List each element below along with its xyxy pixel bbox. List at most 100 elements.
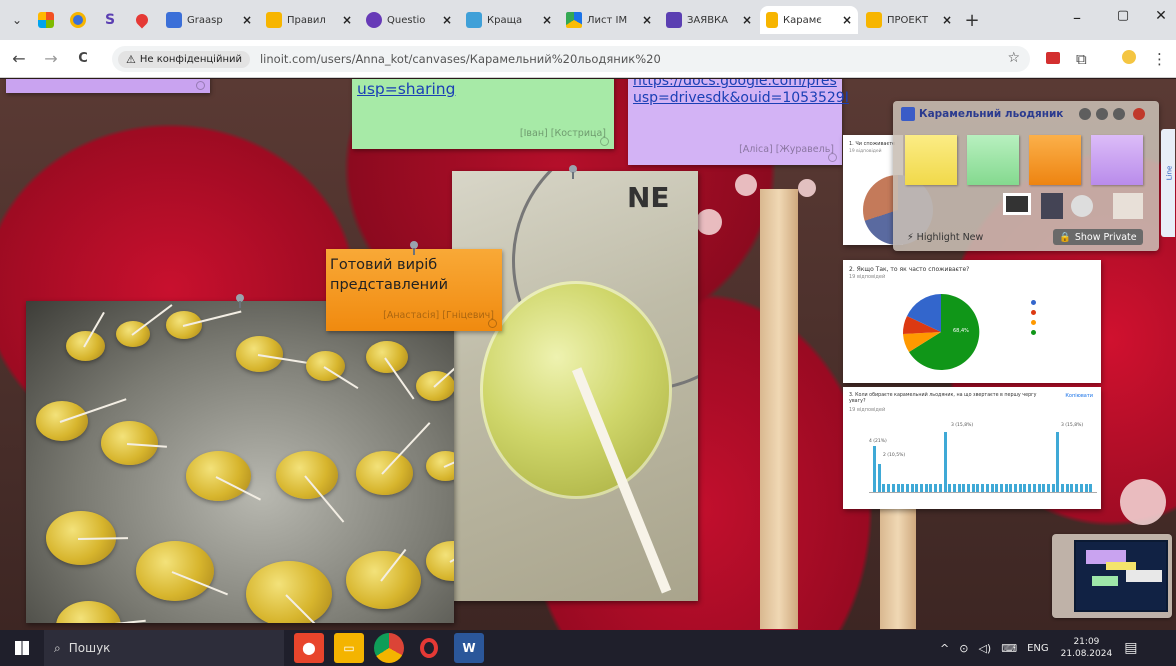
- photo-lollipops-plate[interactable]: [26, 301, 454, 623]
- tray-chevron-up-icon[interactable]: ^: [940, 642, 949, 655]
- panel-zoom-in-icon[interactable]: [1096, 108, 1108, 120]
- tab-project[interactable]: ПРОЕКТ ×: [860, 6, 958, 34]
- panel-power-icon[interactable]: [1133, 108, 1145, 120]
- minimize-button[interactable]: –: [1054, 8, 1100, 27]
- sticky-note-fragment[interactable]: [6, 79, 210, 93]
- pushpin-icon: [409, 241, 419, 255]
- network-icon[interactable]: ⊙: [959, 642, 968, 655]
- chrome-icon[interactable]: [374, 633, 404, 663]
- tab-close-icon[interactable]: ×: [942, 13, 952, 27]
- volume-icon[interactable]: ◁): [978, 642, 991, 655]
- minimap-viewport[interactable]: [1074, 540, 1168, 612]
- clock[interactable]: 21:09 21.08.2024: [1061, 636, 1113, 660]
- tab-rules[interactable]: Правил ×: [260, 6, 358, 34]
- search-placeholder: Пошук: [68, 641, 111, 655]
- tab-letter[interactable]: Лист ІМ ×: [560, 6, 658, 34]
- pinned-tab-4[interactable]: [128, 7, 156, 33]
- pinned-tab-1[interactable]: [32, 7, 60, 33]
- new-yellow-note-button[interactable]: [905, 135, 957, 185]
- tab-caramel-active[interactable]: Карамє ×: [760, 6, 858, 34]
- panel-zoom-out-icon[interactable]: [1079, 108, 1091, 120]
- tab-close-icon[interactable]: ×: [542, 13, 552, 27]
- new-green-note-button[interactable]: [967, 135, 1019, 185]
- bar: [990, 484, 994, 492]
- attach-clip-icon[interactable]: [1071, 195, 1093, 217]
- photo-lollipop-closeup[interactable]: NE: [452, 171, 698, 601]
- bookmark-star-icon[interactable]: ☆: [1007, 50, 1020, 66]
- bar: [896, 484, 900, 492]
- notification-icon[interactable]: ▤: [1124, 640, 1137, 656]
- tab-close-icon[interactable]: ×: [742, 13, 752, 27]
- taskbar-search[interactable]: ⌕ Пошук: [44, 630, 284, 666]
- video-upload-icon[interactable]: [1041, 193, 1063, 219]
- close-window-button[interactable]: ✕: [1138, 8, 1176, 24]
- panel-help-icon[interactable]: [1113, 108, 1125, 120]
- browser-menu-icon[interactable]: ⋮: [1152, 50, 1167, 68]
- sticky-note-green[interactable]: usp=sharing [Іван] [Кострица]: [352, 79, 614, 149]
- note-menu-icon[interactable]: [600, 137, 609, 146]
- candy-decoration: [798, 179, 816, 197]
- note-link-line1[interactable]: https://docs.google.com/pres: [628, 79, 842, 90]
- linoit-canvas[interactable]: usp=sharing [Іван] [Кострица] https://do…: [0, 79, 1176, 630]
- bar: [910, 484, 914, 492]
- bar: [957, 484, 961, 492]
- copy-chart-button[interactable]: Копіювати: [1065, 393, 1093, 399]
- windows-taskbar: ⌕ Пошук ⬤ ▭ W ^ ⊙ ◁) ⌨ ENG 21:09 21.08.2…: [0, 630, 1176, 666]
- canvas-panel[interactable]: Карамельний льодяник ⚡ Highlight New 🔒 S…: [893, 101, 1159, 251]
- note-link-line2[interactable]: usp=drivesdk&ouid=1053529I: [628, 90, 849, 107]
- show-private-button[interactable]: 🔒 Show Private: [1053, 229, 1143, 245]
- new-tab-button[interactable]: +: [960, 8, 984, 32]
- lollipop-candy: [346, 551, 422, 609]
- note-menu-icon[interactable]: [196, 81, 205, 90]
- keyboard-icon[interactable]: ⌨: [1001, 642, 1017, 655]
- tab-best[interactable]: Краща ×: [460, 6, 558, 34]
- opera-icon[interactable]: [414, 633, 444, 663]
- tab-label: Лист ІМ: [587, 14, 628, 26]
- security-indicator[interactable]: ⚠ Не конфіденційний: [118, 50, 250, 68]
- survey-card-q3[interactable]: 3. Коли обираєте карамельний льодяник, н…: [843, 387, 1101, 509]
- address-bar[interactable]: ⚠ Не конфіденційний linoit.com/users/Ann…: [112, 46, 1030, 72]
- tab-close-icon[interactable]: ×: [242, 13, 252, 27]
- candy-decoration: [1120, 479, 1166, 525]
- tab-close-icon[interactable]: ×: [442, 13, 452, 27]
- word-icon[interactable]: W: [454, 633, 484, 663]
- survey-card-q2[interactable]: 2. Якщо Так, то як часто споживаєте? 19 …: [843, 260, 1101, 383]
- new-purple-note-button[interactable]: [1091, 135, 1143, 185]
- image-upload-icon[interactable]: [1003, 193, 1031, 215]
- candy-decoration: [696, 209, 722, 235]
- taskbar-app-icon[interactable]: ⬤: [294, 633, 324, 663]
- note-menu-icon[interactable]: [488, 319, 497, 328]
- start-button[interactable]: [0, 630, 44, 666]
- pinned-tab-2[interactable]: [64, 7, 92, 33]
- input-language[interactable]: ENG: [1027, 643, 1049, 654]
- new-orange-note-button[interactable]: [1029, 135, 1081, 185]
- tab-application[interactable]: ЗАЯВКА ×: [660, 6, 758, 34]
- tab-close-icon[interactable]: ×: [342, 13, 352, 27]
- tab-close-icon[interactable]: ×: [842, 13, 852, 27]
- tab-graasp[interactable]: Graasp ×: [160, 6, 258, 34]
- system-tray: ^ ⊙ ◁) ⌨ ENG 21:09 21.08.2024 ▤: [940, 630, 1137, 666]
- highlight-new-toggle[interactable]: ⚡ Highlight New: [901, 229, 989, 245]
- show-private-label: Show Private: [1074, 231, 1137, 243]
- note-menu-icon[interactable]: [828, 153, 837, 162]
- bar: [999, 484, 1003, 492]
- blank-note-icon[interactable]: [1113, 193, 1143, 219]
- canvas-minimap[interactable]: [1052, 534, 1172, 618]
- bar: [905, 484, 909, 492]
- reload-button[interactable]: C: [70, 51, 96, 66]
- tab-search-chevron-icon[interactable]: ⌄: [6, 9, 28, 31]
- side-tab[interactable]: Line: [1161, 129, 1175, 237]
- forward-button[interactable]: →: [38, 49, 64, 68]
- pinned-tab-3[interactable]: S: [96, 7, 124, 33]
- extension-bag-icon[interactable]: [1046, 50, 1060, 68]
- tab-questions[interactable]: Questio ×: [360, 6, 458, 34]
- profile-avatar-icon[interactable]: [1122, 50, 1136, 68]
- note-link[interactable]: usp=sharing: [352, 81, 614, 98]
- sticky-note-orange[interactable]: Готовий виріб представлений [Анастасія] …: [326, 249, 502, 331]
- file-explorer-icon[interactable]: ▭: [334, 633, 364, 663]
- extensions-puzzle-icon[interactable]: ⧉: [1076, 50, 1087, 68]
- back-button[interactable]: ←: [6, 49, 32, 68]
- sticky-note-purple[interactable]: https://docs.google.com/pres usp=drivesd…: [628, 79, 849, 165]
- bar: [934, 484, 938, 492]
- tab-close-icon[interactable]: ×: [642, 13, 652, 27]
